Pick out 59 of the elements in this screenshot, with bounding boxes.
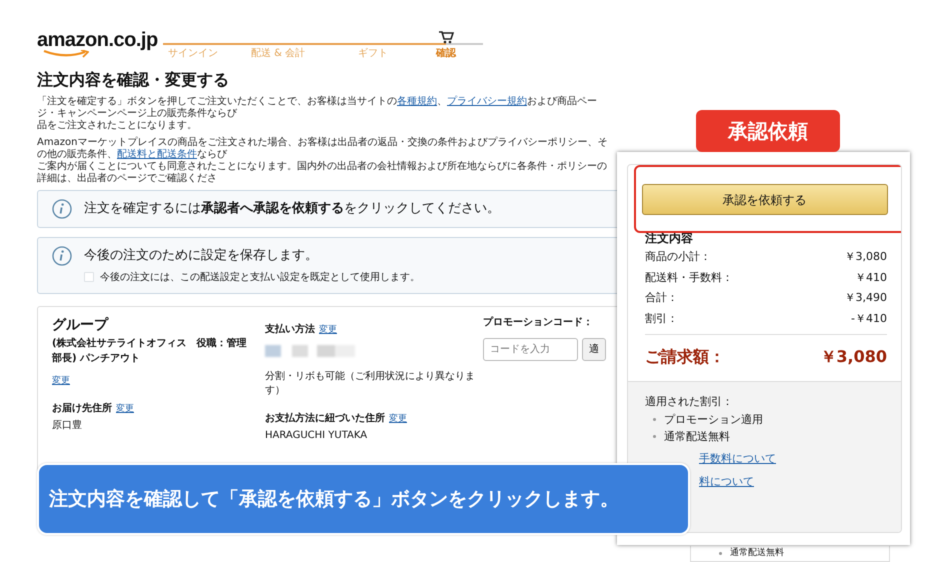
notice-text: 品をご注文されたことになります。 [37, 120, 198, 132]
info-link[interactable]: 手数料について [699, 450, 887, 468]
payment-heading: 支払い方法 [265, 324, 315, 334]
callout-label: 承認依頼 [696, 110, 840, 152]
summary-value: ￥3,080 [844, 249, 887, 265]
info-text: 注文を確定するには承認者へ承認を依頼するをクリックしてください。 [84, 200, 500, 218]
notice-text: Amazonマーケットプレイスの商品をご注文された場合、お客様は出品者の返品・交換の条件およびプライバシーポリシー、その他の販売条件、配送料と配送条件ならび [37, 137, 608, 160]
summary-heading: 注文内容 [645, 230, 694, 247]
apply-button[interactable]: 適 [582, 338, 606, 360]
terms-link[interactable]: プライバシー規約 [447, 96, 527, 107]
billing-address-heading: お支払方法に紐づいた住所 [265, 412, 385, 424]
info-link[interactable]: 料について [699, 472, 887, 490]
promotion-heading: プロモーションコード： [483, 315, 593, 330]
terms-link[interactable]: 配送料と配送条件 [117, 149, 197, 160]
change-link[interactable]: 変更 [116, 404, 134, 414]
change-link[interactable]: 変更 [389, 414, 407, 424]
cart-icon [438, 30, 454, 44]
info-icon [52, 246, 72, 266]
bullet-icon [719, 552, 722, 555]
notice-text: 「注文を確定する」ボタンを押してご注文いただくことで、お客様は当サイトの各種規約、プライバシー規約および商品ページ・キャンペーンページ上の販売条件ならび [37, 96, 598, 120]
smile-arrow-icon [43, 50, 89, 58]
change-link[interactable]: 変更 [319, 324, 337, 334]
total-value: ￥3,080 [820, 346, 887, 368]
promo-code-field[interactable]: コードを入力 [483, 338, 578, 360]
bullet-icon [653, 418, 656, 420]
logo[interactable]: amazon.co.jp [37, 30, 158, 50]
progress-step: サインイン [168, 46, 218, 61]
bullet-icon [653, 434, 656, 438]
summary-value: ￥3,490 [844, 290, 887, 306]
notice-text: ご案内が届くことについても同意されたことになります。国内外の出品者の会社情報および所在地ならびに各条件・ポリシーの詳細は、出品者のページでご確認くださ [37, 161, 608, 185]
summary-value: -￥410 [851, 310, 887, 326]
summary-label: 商品の小計： [645, 249, 711, 265]
progress-step: ギフト [358, 46, 388, 61]
request-approval-button[interactable]: 承認を依頼する [642, 184, 888, 215]
discounts-heading: 適用された割引： [645, 394, 734, 410]
discount-item: 通常配送無料 [730, 546, 784, 560]
instruction-banner: 注文内容を確認して「承認を依頼する」ボタンをクリックします。 [37, 463, 690, 535]
payment-note: 分割・リボも可能（ご利用状況により異なります） [265, 370, 475, 398]
progress-step: 確認 [436, 46, 456, 61]
billing-address-value: HARAGUCHI YUTAKA [265, 428, 368, 442]
group-name: (株式会社サテライトオフィス 役職：管理部長) パンチアウト [52, 336, 247, 366]
checkbox[interactable] [84, 272, 94, 282]
page-title: 注文内容を確認・変更する [37, 69, 230, 91]
terms-link[interactable]: 各種規約 [397, 96, 437, 107]
summary-label: 配送料・手数料： [645, 270, 733, 286]
progress-step: 配送 & 会計 [251, 46, 306, 61]
group-heading: グループ [52, 316, 110, 334]
discount-item: プロモーション適用 [664, 412, 763, 428]
discount-item: 通常配送無料 [664, 428, 730, 444]
info-icon [52, 199, 72, 219]
info-text: 今後の注文のために設定を保存します。 [84, 247, 319, 265]
shipping-address-heading: お届け先住所 [52, 403, 112, 414]
total-label: ご請求額： [645, 346, 725, 368]
checkbox-label: 今後の注文には、この配送設定と支払い設定を既定として使用します。 [100, 270, 420, 284]
shipping-address-value: 原口豊 [52, 418, 83, 433]
summary-label: 合計： [645, 290, 678, 306]
summary-label: 割引： [645, 310, 678, 326]
summary-value: ￥410 [855, 270, 887, 286]
change-link[interactable]: 変更 [52, 374, 70, 388]
